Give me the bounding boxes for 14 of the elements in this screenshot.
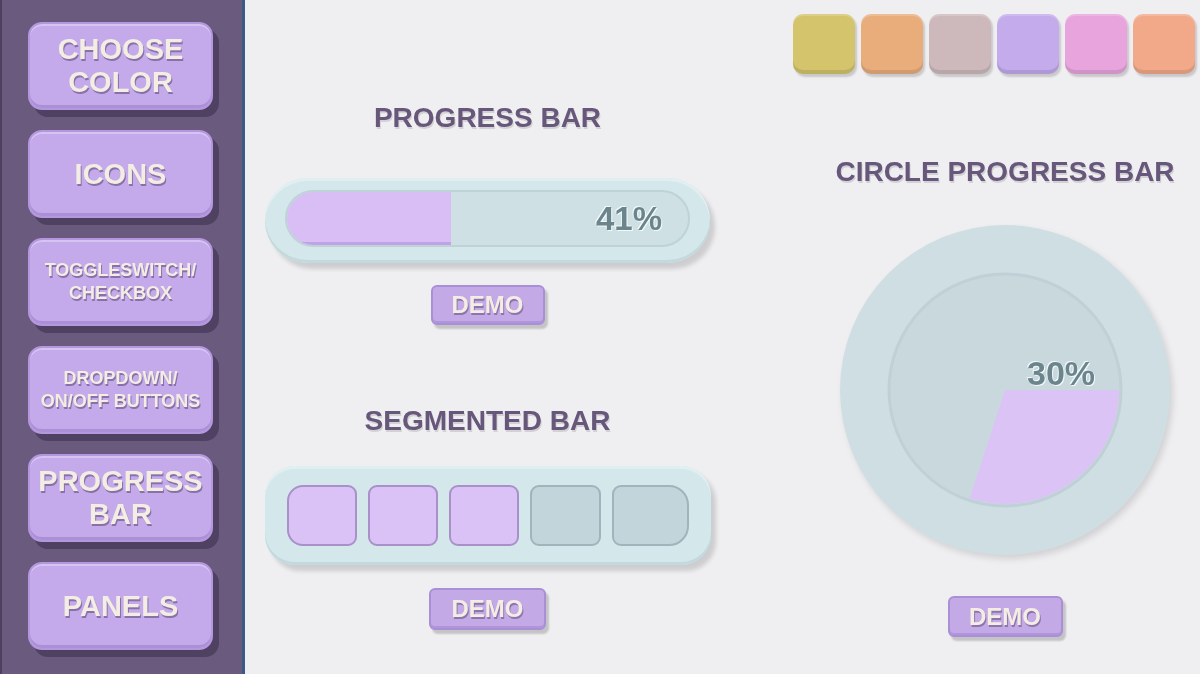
section-heading: PROGRESS BAR (373, 104, 602, 132)
color-swatch[interactable] (861, 14, 923, 74)
demo-button[interactable]: DEMO (429, 588, 546, 630)
color-swatch[interactable] (1065, 14, 1127, 74)
section-heading: SEGMENTED BAR (364, 407, 611, 435)
color-swatch[interactable] (997, 14, 1059, 74)
color-swatch[interactable] (929, 14, 991, 74)
color-swatch[interactable] (793, 14, 855, 74)
demo-button[interactable]: DEMO (430, 285, 545, 325)
circle-progress-reading: 30% (1027, 355, 1096, 391)
demo-button[interactable]: DEMO (947, 596, 1063, 637)
progress-reading: 41% (595, 200, 662, 237)
section-heading: CIRCLE PROGRESS BAR (835, 158, 1175, 186)
color-swatch[interactable] (1133, 14, 1195, 74)
